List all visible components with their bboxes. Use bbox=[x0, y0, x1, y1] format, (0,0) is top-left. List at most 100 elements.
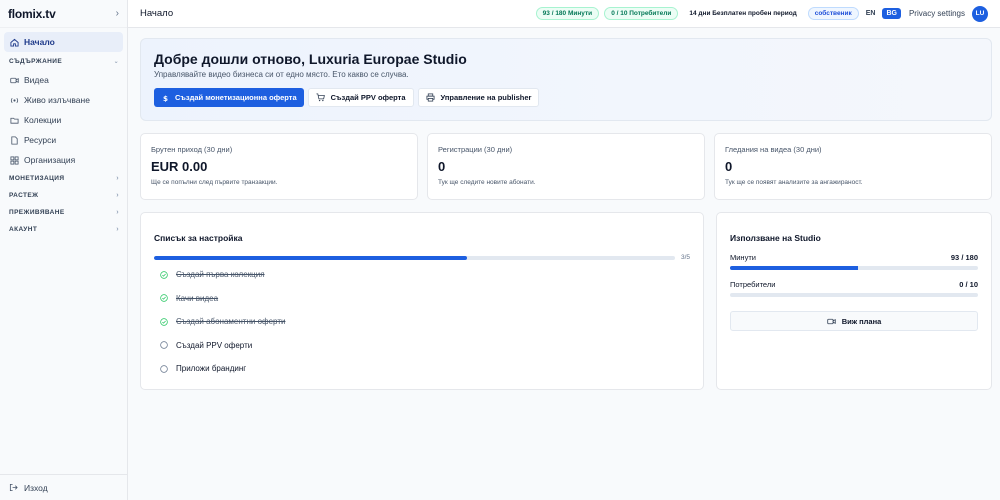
usage-bar-track bbox=[730, 266, 978, 270]
usage-bar-track bbox=[730, 293, 978, 297]
empty-circle-icon bbox=[160, 341, 168, 349]
setup-checklist-card: Списък за настройка 3/5 Създай първа кол… bbox=[140, 212, 704, 390]
sidebar-item-home[interactable]: Начало bbox=[4, 32, 123, 52]
lang-en-button[interactable]: EN bbox=[864, 10, 878, 17]
page-title: Начало bbox=[140, 8, 174, 19]
stat-hint: Ще се попълни след първите транзакции. bbox=[151, 179, 278, 186]
welcome-banner: Добре дошли отново, Luxuria Europae Stud… bbox=[140, 38, 992, 121]
sidebar-item-videos[interactable]: Видеа bbox=[4, 70, 123, 90]
sidebar-item-organization[interactable]: Организация bbox=[4, 150, 123, 170]
sidebar-section-experience[interactable]: ПРЕЖИВЯВАНЕ › bbox=[4, 204, 123, 221]
checklist-task[interactable]: Създай първа колекция bbox=[154, 263, 690, 287]
check-circle-icon bbox=[160, 271, 168, 279]
cart-icon bbox=[316, 93, 325, 102]
usage-label: Минути bbox=[730, 253, 756, 262]
home-icon bbox=[9, 37, 19, 47]
privacy-settings-link[interactable]: Privacy settings bbox=[909, 9, 965, 18]
svg-text:$: $ bbox=[163, 94, 168, 102]
minutes-badge: 93 / 180 Минути bbox=[535, 7, 600, 20]
checklist-task[interactable]: Създай абонаментни оферти bbox=[154, 310, 690, 334]
usage-bar-fill bbox=[730, 266, 859, 270]
stat-label: Брутен приход (30 дни) bbox=[151, 145, 233, 154]
stat-card-views: Гледания на видеа (30 дни) 0 Тук ще се п… bbox=[714, 133, 992, 200]
sidebar-item-label: Начало bbox=[24, 37, 55, 47]
welcome-title: Добре дошли отново, Luxuria Europae Stud… bbox=[154, 51, 467, 67]
chevron-right-icon: › bbox=[116, 192, 119, 199]
topbar: Начало 93 / 180 Минути 0 / 10 Потребител… bbox=[128, 0, 1000, 28]
create-monetization-offer-button[interactable]: $ Създай монетизационна оферта bbox=[154, 88, 304, 107]
bottom-row: Списък за настройка 3/5 Създай първа кол… bbox=[140, 212, 992, 390]
logo[interactable]: flomix.tv bbox=[8, 7, 56, 21]
stats-row: Брутен приход (30 дни) EUR 0.00 Ще се по… bbox=[140, 133, 992, 200]
sidebar-item-collections[interactable]: Колекции bbox=[4, 110, 123, 130]
video-icon bbox=[827, 317, 836, 326]
grid-icon bbox=[9, 155, 19, 165]
sidebar-item-label: Видеа bbox=[24, 75, 49, 85]
sidebar-item-label: Живо излъчване bbox=[24, 95, 90, 105]
logout-icon bbox=[9, 483, 18, 492]
check-circle-icon bbox=[160, 318, 168, 326]
welcome-subtitle: Управлявайте видео бизнеса си от едно мя… bbox=[154, 70, 409, 79]
logout-button[interactable]: Изход bbox=[0, 474, 128, 500]
dollar-icon: $ bbox=[161, 94, 169, 102]
stat-value: 0 bbox=[725, 159, 733, 174]
usage-value: 0 / 10 bbox=[959, 280, 978, 289]
checklist-progress: 3/5 bbox=[154, 254, 690, 261]
sidebar-item-label: Ресурси bbox=[24, 135, 57, 145]
create-ppv-offer-button[interactable]: Създай PPV оферта bbox=[307, 88, 414, 107]
usage-minutes: Минути 93 / 180 bbox=[730, 253, 978, 270]
topbar-right: 93 / 180 Минути 0 / 10 Потребители 14 дн… bbox=[535, 5, 988, 22]
checklist-progress-track bbox=[154, 255, 675, 260]
chevron-down-icon: ⌄ bbox=[113, 59, 119, 65]
hero-actions: $ Създай монетизационна оферта Създай PP… bbox=[154, 88, 978, 107]
users-badge: 0 / 10 Потребители bbox=[604, 7, 679, 20]
sidebar-item-resources[interactable]: Ресурси bbox=[4, 130, 123, 150]
checklist-task[interactable]: Приложи брандинг bbox=[154, 357, 690, 381]
sidebar-nav: Начало СЪДЪРЖАНИЕ ⌄ Видеа Живо излъчване… bbox=[0, 28, 127, 242]
file-icon bbox=[9, 135, 19, 145]
sidebar-item-label: Организация bbox=[24, 155, 76, 165]
stat-value: 0 bbox=[438, 159, 446, 174]
checklist-task[interactable]: Качи видеа bbox=[154, 287, 690, 311]
video-icon bbox=[9, 75, 19, 85]
sidebar: flomix.tv › Начало СЪДЪРЖАНИЕ ⌄ Видеа Жи… bbox=[0, 0, 128, 500]
usage-label: Потребители bbox=[730, 280, 776, 289]
lang-bg-button[interactable]: BG bbox=[882, 8, 901, 19]
checklist-progress-count: 3/5 bbox=[680, 254, 690, 261]
logout-label: Изход bbox=[24, 482, 48, 493]
chevron-right-icon[interactable]: › bbox=[116, 8, 119, 19]
sidebar-section-monetization[interactable]: МОНЕТИЗАЦИЯ › bbox=[4, 170, 123, 187]
checklist-task[interactable]: Създай PPV оферти bbox=[154, 334, 690, 358]
role-badge: собственик bbox=[807, 7, 859, 20]
studio-usage-card: Използване на Studio Минути 93 / 180 Пот… bbox=[716, 212, 992, 390]
usage-title: Използване на Studio bbox=[730, 233, 821, 243]
sidebar-item-live[interactable]: Живо излъчване bbox=[4, 90, 123, 110]
usage-value: 93 / 180 bbox=[950, 253, 978, 262]
avatar[interactable]: LU bbox=[972, 5, 988, 22]
stat-value: EUR 0.00 bbox=[151, 159, 208, 174]
broadcast-icon bbox=[9, 95, 19, 105]
checklist-progress-fill bbox=[154, 255, 467, 260]
sidebar-section-content[interactable]: СЪДЪРЖАНИЕ ⌄ bbox=[4, 53, 123, 70]
chevron-right-icon: › bbox=[116, 175, 119, 182]
stat-label: Регистрации (30 дни) bbox=[438, 145, 513, 154]
empty-circle-icon bbox=[160, 365, 168, 373]
manage-publisher-button[interactable]: Управление на publisher bbox=[417, 88, 540, 107]
stat-card-signups: Регистрации (30 дни) 0 Тук ще следите но… bbox=[427, 133, 705, 200]
stat-card-revenue: Брутен приход (30 дни) EUR 0.00 Ще се по… bbox=[140, 133, 418, 200]
stat-label: Гледания на видеа (30 дни) bbox=[725, 145, 822, 154]
main-content: Добре дошли отново, Luxuria Europae Stud… bbox=[140, 38, 992, 390]
trial-badge: 14 дни Безплатен пробен период bbox=[689, 10, 797, 17]
folder-icon bbox=[9, 115, 19, 125]
stat-hint: Тук ще се появят анализите за ангажирано… bbox=[725, 179, 863, 186]
view-plan-button[interactable]: Виж плана bbox=[730, 311, 978, 331]
sidebar-header: flomix.tv › bbox=[0, 0, 127, 28]
sidebar-item-label: Колекции bbox=[24, 115, 62, 125]
usage-users: Потребители 0 / 10 bbox=[730, 280, 978, 297]
check-circle-icon bbox=[160, 294, 168, 302]
chevron-right-icon: › bbox=[116, 226, 119, 233]
sidebar-section-growth[interactable]: РАСТЕЖ › bbox=[4, 187, 123, 204]
printer-icon bbox=[425, 93, 435, 102]
checklist-tasks: Създай първа колекция Качи видеа Създай … bbox=[154, 263, 690, 381]
sidebar-section-account[interactable]: АКАУНТ › bbox=[4, 221, 123, 238]
